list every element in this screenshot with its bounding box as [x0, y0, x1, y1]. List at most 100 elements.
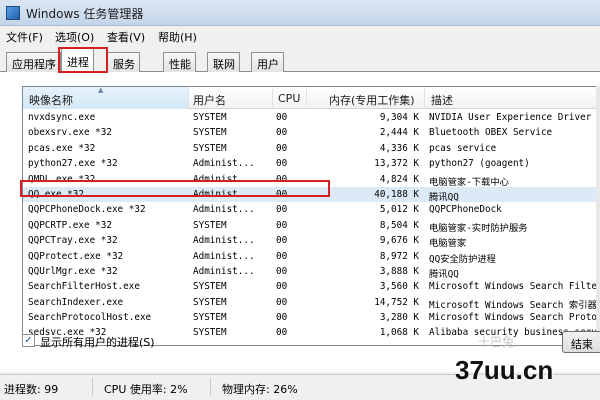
process-memory: 40,188 K [374, 188, 419, 200]
process-user: SYSTEM [193, 296, 227, 308]
process-memory: 3,560 K [379, 281, 419, 293]
process-memory: 9,304 K [379, 112, 419, 123]
process-cpu: 00 [276, 250, 288, 262]
tab-applications[interactable]: 应用程序 [6, 52, 61, 72]
table-row[interactable]: QQPCTray.exe *32 Administ... 00 9,676 K 电脑管家 [23, 233, 599, 250]
process-description: Microsoft Windows Search Filter [429, 281, 600, 293]
column-header-image-name[interactable]: ▲ 映像名称 [23, 87, 189, 109]
column-header-user[interactable]: 用户名 [189, 87, 273, 109]
process-description: QQPCPhoneDock [429, 204, 502, 216]
sort-ascending-icon: ▲ [98, 86, 104, 94]
watermark-text: 37uu.cn [455, 355, 554, 385]
column-label-image-name: 映像名称 [29, 94, 73, 107]
process-cpu: 00 [276, 142, 288, 154]
process-memory: 2,444 K [379, 127, 419, 139]
process-user: Administ... [193, 158, 255, 170]
process-user: SYSTEM [193, 327, 227, 339]
menu-help[interactable]: 帮助(H) [158, 29, 197, 45]
process-cpu: 00 [276, 173, 288, 185]
process-list[interactable]: ▲ 映像名称 用户名 CPU 内存(专用工作集) 描述 nvxdsync.exe… [22, 86, 600, 346]
process-memory: 8,972 K [379, 250, 419, 262]
process-name: SearchIndexer.exe [28, 296, 124, 308]
tab-performance[interactable]: 性能 [163, 52, 196, 72]
tab-networking[interactable]: 联网 [207, 52, 240, 72]
menu-bar: 文件(F) 选项(O) 查看(V) 帮助(H) [0, 26, 600, 46]
table-row[interactable]: SearchProtocolHost.exe SYSTEM 00 3,280 K Mic… [23, 310, 599, 325]
table-row[interactable]: nvxdsync.exe SYSTEM 00 9,304 K NVIDIA User E… [23, 110, 599, 125]
process-user: SYSTEM [193, 142, 227, 154]
process-rows: nvxdsync.exe SYSTEM 00 9,304 K NVIDIA User E… [23, 110, 599, 341]
tab-strip: 应用程序 进程 服务 性能 联网 用户 [0, 48, 600, 73]
status-physical-memory: 物理内存: 26% [222, 383, 298, 396]
process-name: QQPCPhoneDock.exe *32 [28, 204, 146, 216]
process-user: Administ... [193, 204, 255, 216]
process-cpu: 00 [276, 235, 288, 247]
list-header: ▲ 映像名称 用户名 CPU 内存(专用工作集) 描述 [23, 87, 599, 109]
table-row[interactable]: QQProtect.exe *32 Administ... 00 8,972 K QQ安… [23, 249, 599, 265]
vertical-scrollbar[interactable] [596, 86, 600, 346]
process-description: 腾讯QQ [429, 191, 459, 203]
process-name: nvxdsync.exe [28, 112, 96, 123]
table-row[interactable]: QMDL.exe *32 Administ... 00 4,824 K 电脑管家-下载中… [23, 172, 599, 188]
menu-file[interactable]: 文件(F) [6, 29, 43, 45]
table-row[interactable]: QQUrlMgr.exe *32 Administ... 00 3,888 K 腾讯QQ [23, 264, 599, 280]
process-description: pcas service [429, 142, 497, 154]
column-header-cpu[interactable]: CPU [273, 87, 307, 109]
show-all-users-checkbox[interactable]: ✓ [22, 334, 35, 347]
end-process-button[interactable]: 结束 [562, 331, 600, 353]
window-title: Windows 任务管理器 [26, 7, 144, 21]
table-row[interactable]: QQ.exe *32 Administ... 00 40,188 K 腾讯QQ [23, 186, 599, 203]
process-description: NVIDIA User Experience Driver C [429, 112, 600, 123]
task-manager-icon [6, 6, 20, 20]
process-name: QQProtect.exe *32 [28, 250, 124, 262]
process-cpu: 00 [276, 158, 288, 170]
process-cpu: 00 [276, 112, 288, 123]
process-memory: 3,888 K [379, 265, 419, 277]
tab-processes[interactable]: 进程 [61, 48, 94, 73]
menu-view[interactable]: 查看(V) [107, 29, 145, 45]
process-name: SearchFilterHost.exe [28, 281, 140, 293]
process-description: 电脑管家 [429, 238, 467, 250]
table-row[interactable]: SearchIndexer.exe SYSTEM 00 14,752 K Microso… [23, 295, 599, 311]
process-user: Administ... [193, 265, 255, 277]
process-user: SYSTEM [193, 281, 227, 293]
process-name: QQUrlMgr.exe *32 [28, 265, 118, 277]
column-header-memory[interactable]: 内存(专用工作集) [307, 87, 425, 109]
process-memory: 14,752 K [374, 296, 419, 308]
process-user: SYSTEM [193, 312, 227, 324]
show-all-users-label: 显示所有用户的进程(S) [40, 336, 155, 349]
process-cpu: 00 [276, 265, 288, 277]
column-header-description[interactable]: 描述 [425, 87, 599, 109]
table-row[interactable]: QQPCRTP.exe *32 SYSTEM 00 8,504 K 电脑管家-实时防护服… [23, 218, 599, 234]
process-memory: 13,372 K [374, 158, 419, 170]
process-description: 电脑管家-实时防护服务 [429, 222, 528, 234]
process-name: QQPCTray.exe *32 [28, 235, 118, 247]
process-memory: 5,012 K [379, 204, 419, 216]
process-name: obexsrv.exe *32 [28, 127, 112, 139]
process-description: Microsoft Windows Search Protoc [429, 312, 600, 324]
process-cpu: 00 [276, 296, 288, 308]
status-divider [210, 378, 211, 396]
table-row[interactable]: obexsrv.exe *32 SYSTEM 00 2,444 K Bluetooth … [23, 125, 599, 140]
process-description: Microsoft Windows Search 索引器 [429, 299, 597, 311]
table-row[interactable]: QQPCPhoneDock.exe *32 Administ... 00 5,012 … [23, 202, 599, 217]
process-description: python27 (goagent) [429, 158, 530, 170]
status-divider [92, 378, 93, 396]
process-memory: 4,824 K [379, 173, 419, 185]
table-row[interactable]: python27.exe *32 Administ... 00 13,372 K pyt… [23, 156, 599, 171]
process-cpu: 00 [276, 281, 288, 293]
process-user: SYSTEM [193, 219, 227, 231]
watermark-logo: 十巴兔 [478, 335, 515, 349]
process-user: SYSTEM [193, 112, 227, 123]
process-cpu: 00 [276, 219, 288, 231]
tab-users[interactable]: 用户 [251, 52, 284, 72]
process-name: QMDL.exe *32 [28, 173, 96, 185]
process-name: pcas.exe *32 [28, 142, 96, 154]
table-row[interactable]: SearchFilterHost.exe SYSTEM 00 3,560 K Micro… [23, 279, 599, 294]
tab-services[interactable]: 服务 [107, 52, 140, 72]
title-bar: Windows 任务管理器 [0, 0, 600, 26]
process-memory: 3,280 K [379, 312, 419, 324]
processes-panel: ▲ 映像名称 用户名 CPU 内存(专用工作集) 描述 nvxdsync.exe… [0, 72, 600, 372]
table-row[interactable]: pcas.exe *32 SYSTEM 00 4,336 K pcas service [23, 141, 599, 156]
menu-options[interactable]: 选项(O) [55, 29, 94, 45]
